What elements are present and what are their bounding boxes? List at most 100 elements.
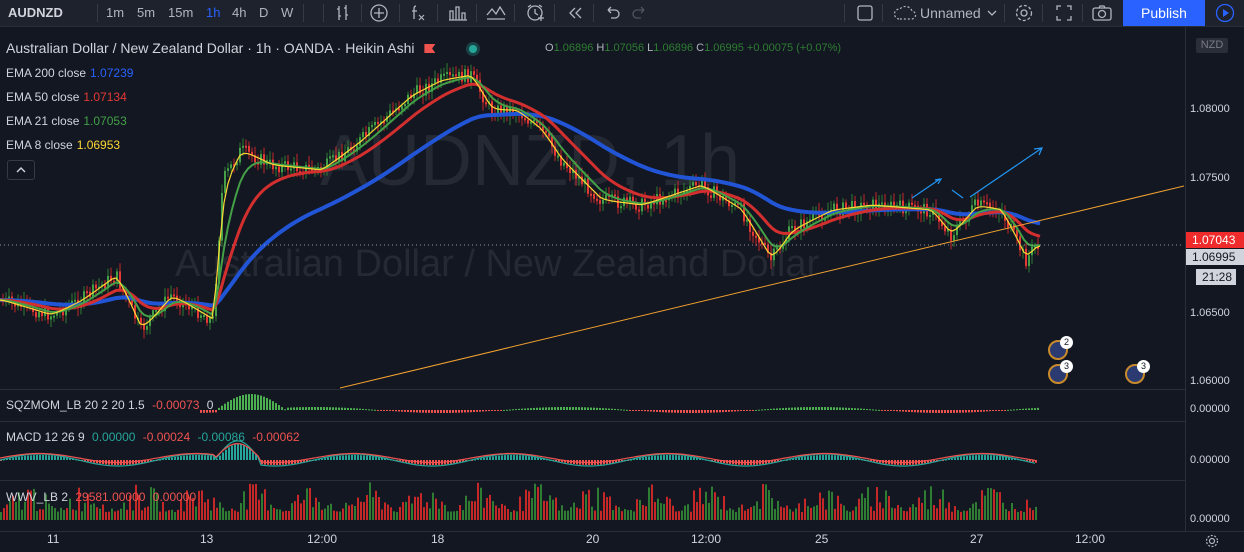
bar-style-icon[interactable] — [333, 3, 353, 29]
volume-bar — [855, 506, 857, 520]
sqzmom-bar — [626, 409, 628, 411]
candle-body — [275, 166, 277, 170]
symbol-description: Australian Dollar / New Zealand Dollar ·… — [6, 40, 415, 56]
fx-icon[interactable] — [408, 3, 428, 29]
flag-icon[interactable] — [424, 44, 436, 53]
macd-bar — [252, 451, 254, 460]
sqzmom-bar — [716, 410, 718, 413]
chart-canvas[interactable] — [0, 27, 1184, 531]
volume-bar — [1035, 506, 1037, 520]
sqzmom-bar — [743, 410, 745, 411]
sqzmom-bar — [968, 410, 970, 413]
legend-ema-50[interactable]: EMA 50 close 1.07134 — [6, 90, 127, 104]
macd-bar — [501, 455, 503, 460]
volume-bar — [600, 510, 602, 520]
sqzmom-bar — [395, 410, 397, 412]
expand-icon[interactable] — [1054, 3, 1074, 29]
timeframe-d[interactable]: D — [259, 0, 268, 26]
volume-bar — [780, 506, 782, 520]
undo-icon[interactable] — [602, 3, 622, 29]
wwv-legend[interactable]: WWV_LB 2 29581.00000 0.00000 — [6, 490, 196, 504]
toolbar-divider — [514, 4, 515, 22]
volume-bar — [360, 501, 362, 520]
event-badge[interactable]: 3 — [1048, 360, 1073, 384]
redo-icon[interactable] — [630, 3, 650, 29]
timeframe-w[interactable]: W — [281, 0, 293, 26]
sqzmom-bar — [1022, 408, 1024, 410]
macd-bar — [330, 457, 332, 460]
volume-bar — [474, 501, 476, 520]
volume-bar — [717, 496, 719, 520]
collapse-legend-button[interactable] — [7, 160, 35, 180]
volume-bar — [231, 508, 233, 520]
legend-ema-200[interactable]: EMA 200 close 1.07239 — [6, 66, 133, 80]
layout-name-button[interactable]: Unnamed — [920, 0, 981, 26]
price-tick: 1.06000 — [1190, 375, 1230, 387]
candle-body — [401, 106, 403, 110]
volume-bar — [282, 511, 284, 520]
sqzmom-bar — [749, 410, 751, 411]
sqzmom-bar — [635, 410, 637, 411]
pane-divider[interactable] — [0, 389, 1244, 390]
legend-ema-8[interactable]: EMA 8 close 1.06953 — [6, 138, 120, 152]
chart-templates-icon[interactable] — [485, 3, 507, 29]
scale-settings-button[interactable] — [1204, 533, 1220, 552]
legend-ema-21[interactable]: EMA 21 close 1.07053 — [6, 114, 127, 128]
volume-bar — [867, 487, 869, 520]
volume-bar — [1011, 503, 1013, 520]
volume-bar — [786, 505, 788, 520]
volume-bar — [936, 508, 938, 520]
sqzmom-legend[interactable]: SQZMOM_LB 20 2 20 1.5 -0.00073 0 — [6, 398, 213, 412]
replay-icon[interactable] — [565, 3, 585, 29]
volume-bar — [903, 510, 905, 520]
compare-icon[interactable] — [447, 3, 469, 29]
macd-bar — [969, 455, 971, 460]
volume-bar — [897, 505, 899, 520]
play-button[interactable] — [1206, 0, 1244, 26]
sqzmom-bar — [803, 407, 805, 410]
sqzmom-bar — [1025, 408, 1027, 410]
macd-bar — [846, 456, 848, 460]
event-badge[interactable]: 2 — [1048, 336, 1073, 360]
macd-legend[interactable]: MACD 12 26 9 0.00000 -0.00024 -0.00086 -… — [6, 430, 300, 444]
sqzmom-bar — [605, 408, 607, 410]
volume-bar — [564, 510, 566, 520]
timeframe-15m[interactable]: 15m — [168, 0, 193, 26]
candle-body — [329, 156, 331, 159]
volume-bar — [648, 487, 650, 520]
macd-bar — [222, 452, 224, 460]
sqzmom-bar — [1019, 408, 1021, 410]
sqzmom-bar — [830, 407, 832, 410]
publish-button[interactable]: Publish — [1123, 0, 1205, 26]
sqzmom-bar — [884, 410, 886, 411]
camera-icon[interactable] — [1091, 3, 1113, 29]
macd-bar — [351, 455, 353, 460]
pane-divider[interactable] — [0, 421, 1244, 422]
currency-label[interactable]: NZD — [1196, 38, 1228, 53]
sqzmom-bar — [758, 409, 760, 411]
timeframe-1h[interactable]: 1h — [206, 0, 220, 26]
sqzmom-bar — [701, 410, 703, 413]
sqzmom-bar — [404, 410, 406, 412]
volume-bar — [558, 510, 560, 520]
timeframe-5m[interactable]: 5m — [137, 0, 155, 26]
volume-bar — [975, 502, 977, 520]
alert-icon[interactable] — [525, 3, 547, 29]
event-badge[interactable]: 3 — [1125, 360, 1150, 384]
sqzmom-bar — [434, 410, 436, 413]
timeframe-1m[interactable]: 1m — [106, 0, 124, 26]
pane-divider[interactable] — [0, 480, 1244, 481]
timeframe-4h[interactable]: 4h — [232, 0, 246, 26]
macd-bar — [651, 456, 653, 460]
sqzmom-bar — [530, 408, 532, 410]
volume-bar — [294, 501, 296, 520]
volume-bar — [1020, 510, 1022, 520]
settings-icon[interactable] — [1013, 2, 1035, 28]
volume-bar — [768, 490, 770, 520]
volume-bar — [822, 498, 824, 520]
toolbar-divider — [323, 4, 324, 22]
symbol-search-button[interactable]: AUDNZD — [8, 0, 63, 26]
volume-bar — [21, 509, 23, 520]
add-indicator-icon[interactable] — [369, 3, 389, 29]
time-scale[interactable] — [0, 531, 1244, 552]
